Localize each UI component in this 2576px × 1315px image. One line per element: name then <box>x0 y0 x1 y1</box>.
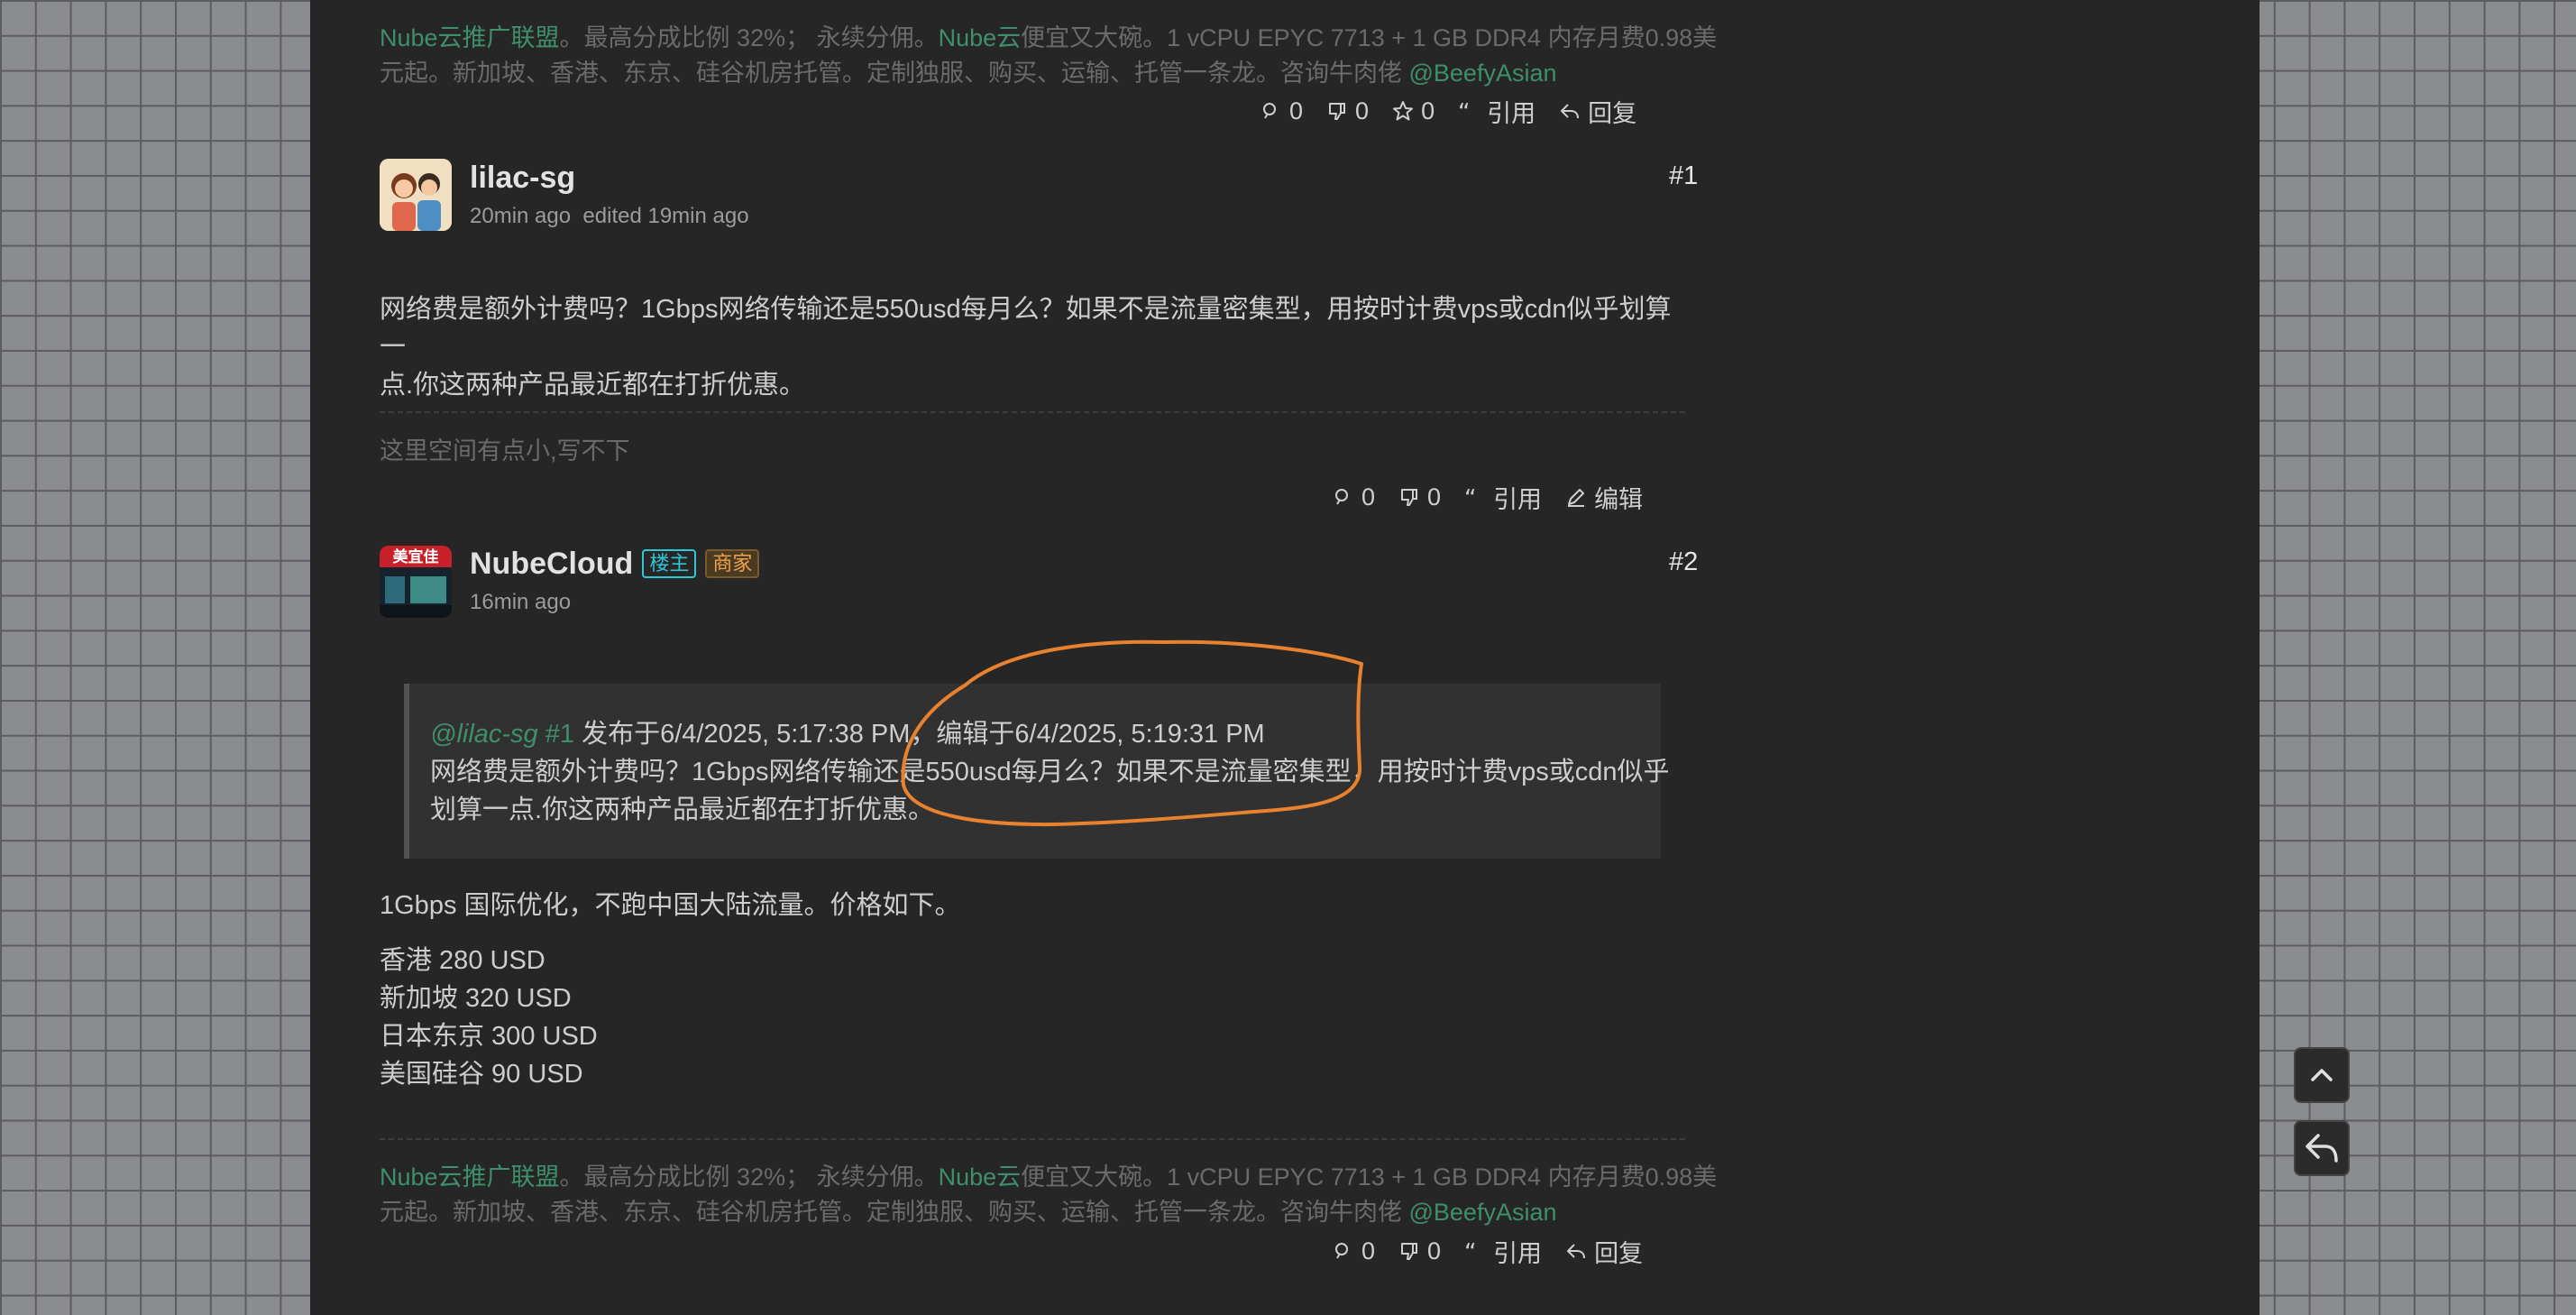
affiliate-link[interactable]: Nube云推广联盟 <box>380 1163 560 1191</box>
post1-actions: 0 0 “ 引用 编辑 <box>1333 479 1643 515</box>
signature-line-1: Nube云推广联盟。最高分成比例 32%； 永续分佣。Nube云便宜又大碗。1 … <box>380 24 1718 51</box>
post2-intro: 1Gbps 国际优化，不跑中国大陆流量。价格如下。 <box>380 891 961 920</box>
post2-username-row: NubeCloud 楼主 商家 <box>470 547 760 582</box>
thumbs-down-icon <box>1401 1243 1418 1260</box>
views-button[interactable]: 0 <box>1333 483 1375 511</box>
magnifier-icon <box>1335 489 1348 505</box>
avatar-nubecloud[interactable]: 美宜佳 <box>380 546 452 618</box>
post2-actions: 0 0 “ 引用 回复 <box>1333 1233 1643 1269</box>
price-singapore: 新加坡 320 USD <box>380 984 572 1013</box>
post2-time: 16min ago <box>470 590 572 614</box>
floating-reply-button[interactable] <box>2294 1120 2350 1176</box>
svg-text:“: “ <box>1458 100 1470 122</box>
star-icon <box>1393 101 1414 121</box>
price-hongkong: 香港 280 USD <box>380 946 545 975</box>
post2-floor-number[interactable]: #2 <box>1669 547 1698 577</box>
quote-icon: “ <box>1458 100 1470 122</box>
post2-divider <box>380 1138 1685 1140</box>
price-tokyo: 日本东京 300 USD <box>380 1022 598 1051</box>
views-button[interactable]: 0 <box>1260 97 1303 125</box>
thumbs-down-icon <box>1329 103 1346 120</box>
brand-link[interactable]: Nube云 <box>939 24 1022 51</box>
post1-username[interactable]: lilac-sg <box>470 161 575 196</box>
post1-signature: 这里空间有点小,写不下 <box>380 437 630 464</box>
star-button[interactable]: 0 <box>1392 97 1435 125</box>
quote-floor-link[interactable]: #1 <box>545 720 574 749</box>
beefyasian-link[interactable]: @BeefyAsian <box>1409 1199 1557 1226</box>
op-badge: 楼主 <box>642 549 697 578</box>
beefyasian-link[interactable]: @BeefyAsian <box>1409 60 1557 87</box>
dislike-button[interactable]: 0 <box>1398 483 1441 511</box>
dislike-button[interactable]: 0 <box>1398 1237 1441 1265</box>
avatar-shop-sign: 美宜佳 <box>393 547 439 566</box>
thumbs-down-icon <box>1401 489 1418 506</box>
quote-icon: “ <box>1464 486 1476 508</box>
reply-arrow-icon <box>2306 1134 2338 1163</box>
reply-arrow-icon <box>1567 1244 1586 1259</box>
pencil-icon <box>1568 489 1585 507</box>
affiliate-link[interactable]: Nube云推广联盟 <box>380 24 560 51</box>
scroll-to-top-button[interactable] <box>2294 1047 2350 1103</box>
reply-button[interactable]: 回复 <box>1565 1234 1643 1269</box>
chevron-up-icon <box>2311 1069 2333 1081</box>
quote-button[interactable]: “ 引用 <box>1464 480 1542 515</box>
quote-icon: “ <box>1464 1240 1476 1262</box>
post1-divider <box>380 411 1685 413</box>
price-silicon-valley: 美国硅谷 90 USD <box>380 1060 583 1089</box>
signature-line-2: 元起。新加坡、香港、东京、硅谷机房托管。定制独服、购买、运输、托管一条龙。咨询牛… <box>380 60 1557 87</box>
post1-floor-number[interactable]: #1 <box>1669 161 1698 191</box>
couple-avatar-icon <box>380 159 452 231</box>
post2-signature-line-2: 元起。新加坡、香港、东京、硅谷机房托管。定制独服、购买、运输、托管一条龙。咨询牛… <box>380 1199 1557 1226</box>
svg-text:“: “ <box>1464 486 1476 508</box>
top-post-actions: 0 0 0 “ 引用 回复 <box>1260 93 1636 129</box>
quote-button[interactable]: “ 引用 <box>1464 1234 1542 1269</box>
views-button[interactable]: 0 <box>1333 1237 1375 1265</box>
annotation-circle <box>901 639 1363 827</box>
edit-button[interactable]: 编辑 <box>1565 480 1643 515</box>
magnifier-icon <box>1263 103 1276 119</box>
quote-mention-link[interactable]: @lilac-sg <box>430 720 538 749</box>
merchant-badge: 商家 <box>705 549 760 578</box>
reply-button[interactable]: 回复 <box>1559 94 1636 129</box>
storefront-avatar-icon: 美宜佳 <box>380 546 452 618</box>
post2-username[interactable]: NubeCloud <box>470 547 633 581</box>
price-list: 香港 280 USD 新加坡 320 USD 日本东京 300 USD 美国硅谷… <box>380 942 598 1093</box>
magnifier-icon <box>1335 1243 1348 1259</box>
avatar-lilac-sg[interactable] <box>380 159 452 231</box>
dislike-button[interactable]: 0 <box>1326 97 1369 125</box>
svg-text:“: “ <box>1464 1240 1476 1262</box>
quote-button[interactable]: “ 引用 <box>1458 94 1536 129</box>
brand-link[interactable]: Nube云 <box>939 1163 1022 1191</box>
reply-arrow-icon <box>1561 104 1580 119</box>
post1-body: 网络费是额外计费吗？1Gbps网络传输还是550usd每月么？如果不是流量密集型… <box>380 295 1672 400</box>
post2-signature-line-1: Nube云推广联盟。最高分成比例 32%； 永续分佣。Nube云便宜又大碗。1 … <box>380 1163 1718 1191</box>
post1-meta: 20min ago edited 19min ago <box>470 204 749 228</box>
